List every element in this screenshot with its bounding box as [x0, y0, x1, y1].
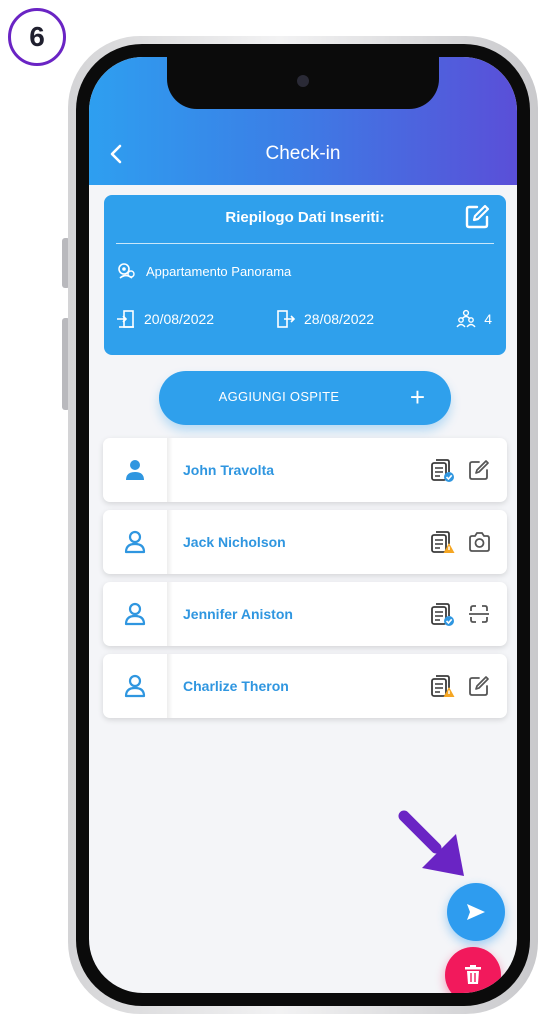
- summary-title: Riepilogo Dati Inseriti:: [225, 209, 385, 226]
- guest-name: John Travolta: [183, 462, 275, 478]
- row-divider: [167, 654, 173, 718]
- location-icon: [118, 263, 135, 279]
- row-divider: [167, 582, 173, 646]
- dates-row: 20/08/2022 28/08/2022 4: [116, 309, 492, 331]
- scan-icon[interactable]: [467, 603, 491, 625]
- checkin-date-text: 20/08/2022: [144, 311, 215, 327]
- add-guest-button[interactable]: AGGIUNGI OSPITE +: [159, 371, 451, 425]
- document-warning-icon: [431, 675, 455, 697]
- phone-notch: [167, 57, 439, 109]
- row-divider: [167, 438, 173, 502]
- guest-name: Charlize Theron: [183, 678, 289, 694]
- guest-row-charlize-theron[interactable]: Charlize Theron: [103, 654, 507, 718]
- send-button[interactable]: [447, 883, 505, 941]
- document-ok-icon: [431, 459, 454, 482]
- row-divider: [167, 510, 173, 574]
- guest-row-jennifer-aniston[interactable]: Jennifer Aniston: [103, 582, 507, 646]
- document-ok-icon: [431, 603, 454, 626]
- delete-button[interactable]: [445, 947, 501, 993]
- plus-icon: +: [409, 382, 425, 412]
- guest-row-john-travolta[interactable]: John Travolta: [103, 438, 507, 502]
- user-outline-icon: [124, 530, 146, 554]
- summary-card: Riepilogo Dati Inseriti: Appartamento Pa…: [104, 195, 506, 355]
- guests-count-text: 4: [484, 311, 492, 327]
- edit-icon[interactable]: [467, 459, 491, 481]
- user-outline-icon: [124, 602, 146, 626]
- edit-icon[interactable]: [463, 203, 491, 231]
- document-warning-icon: [431, 531, 455, 553]
- summary-divider: [116, 243, 494, 244]
- checkout-date-text: 28/08/2022: [304, 311, 375, 327]
- people-icon: [456, 309, 476, 328]
- door-exit-icon: [277, 310, 296, 328]
- pointer-arrow-icon: [398, 810, 464, 876]
- edit-icon[interactable]: [467, 675, 491, 697]
- step-badge: 6: [8, 8, 66, 66]
- user-outline-icon: [124, 674, 146, 698]
- page-title: Check-in: [265, 143, 341, 164]
- property-name: Appartamento Panorama: [146, 263, 292, 279]
- step-number: 6: [29, 21, 45, 52]
- add-guest-label: AGGIUNGI OSPITE: [218, 389, 340, 404]
- checkin-date: 20/08/2022: [116, 309, 214, 329]
- guests-count: 4: [456, 309, 492, 329]
- guest-name: Jack Nicholson: [183, 534, 286, 550]
- trash-icon: [465, 965, 481, 984]
- send-icon: [467, 904, 485, 920]
- checkout-date: 28/08/2022: [276, 309, 374, 329]
- door-enter-icon: [117, 310, 134, 328]
- camera-icon[interactable]: [467, 531, 491, 553]
- property-row: Appartamento Panorama: [116, 261, 291, 281]
- guest-name: Jennifer Aniston: [183, 606, 293, 622]
- guest-row-jack-nicholson[interactable]: Jack Nicholson: [103, 510, 507, 574]
- user-filled-icon: [126, 460, 144, 480]
- camera-icon: [297, 75, 309, 87]
